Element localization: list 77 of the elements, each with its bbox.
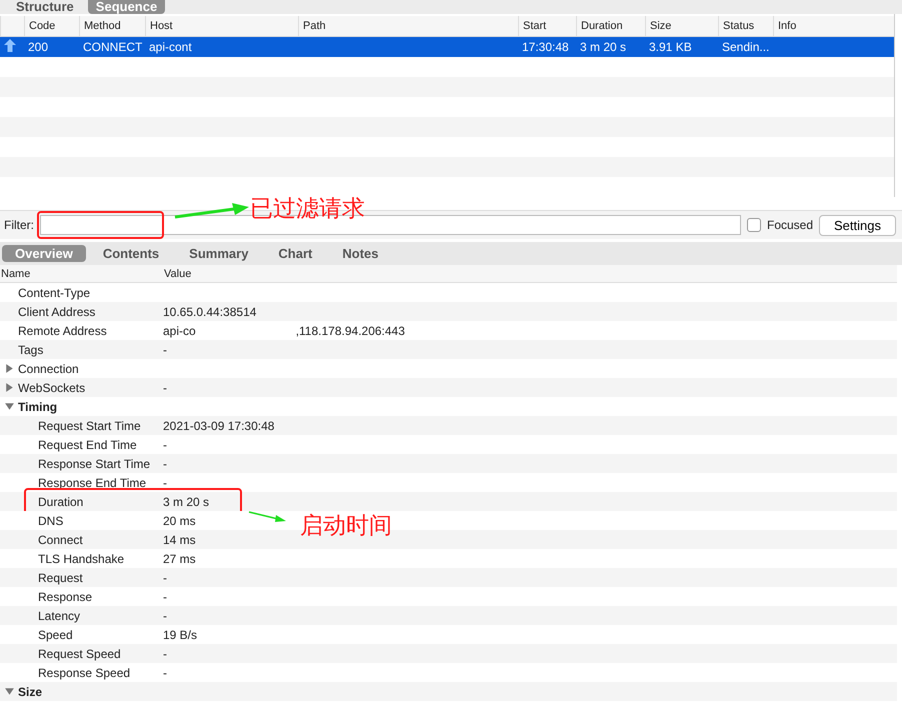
table-cell: CONNECT: [83, 40, 142, 54]
property-name: Connection: [18, 362, 79, 376]
table-cell: Sendin...: [722, 40, 770, 54]
column-header[interactable]: Status: [718, 16, 773, 36]
property-name: TLS Handshake: [38, 552, 124, 566]
table-cell: 200: [28, 40, 48, 54]
property-name: Response End Time: [38, 476, 146, 490]
property-value: -: [163, 476, 167, 490]
collapsed-triangle-icon[interactable]: [4, 382, 15, 393]
property-name: Content-Type: [18, 286, 90, 300]
column-header[interactable]: Host: [145, 16, 298, 36]
property-value: 2021-03-09 17:30:48: [163, 418, 274, 432]
property-value: -: [163, 666, 167, 680]
property-name: Request: [38, 570, 83, 584]
property-value: -: [163, 380, 167, 394]
property-name: Response: [38, 590, 92, 604]
property-name: Response Start Time: [38, 456, 150, 470]
property-value: 27 ms: [163, 552, 196, 566]
column-header[interactable]: Code: [24, 16, 79, 36]
property-value: -: [163, 438, 167, 452]
pointer-arrow: [248, 510, 288, 525]
up-arrow-icon: [4, 39, 16, 52]
property-value: 14 ms: [163, 532, 196, 546]
property-name: WebSockets: [18, 380, 86, 394]
property-name: Speed: [38, 628, 73, 642]
column-header[interactable]: Size: [645, 16, 718, 36]
property-value: 19 B/s: [163, 628, 198, 642]
property-name: Latency: [38, 608, 80, 622]
property-value: ,118.178.94.206:443: [296, 324, 405, 338]
request-row[interactable]: 200 CONNECT api-cont 17:30:48 3 m 20 s 3.91 KB Sendin...: [0, 37, 894, 57]
property-name: Timing: [18, 400, 58, 414]
annotation-text: 已过滤请求: [250, 194, 365, 223]
table-cell: 3 m 20 s: [580, 40, 626, 54]
property-value: api-co: [163, 324, 196, 338]
focused-label: Focused: [766, 218, 814, 232]
detail-tab[interactable]: Chart: [265, 245, 326, 262]
property-name: Response Speed: [38, 666, 130, 680]
column-header[interactable]: Path: [298, 16, 518, 36]
expanded-triangle-icon[interactable]: [4, 401, 15, 412]
focused-checkbox[interactable]: [746, 218, 761, 232]
property-name: Duration: [38, 494, 84, 508]
detail-tab[interactable]: Notes: [329, 245, 392, 262]
view-tab[interactable]: Structure: [8, 0, 82, 14]
property-name: DNS: [38, 514, 64, 528]
property-name: Request End Time: [38, 438, 137, 452]
property-name: Size: [18, 684, 42, 698]
property-value: 10.65.0.44:38514: [163, 304, 256, 318]
property-value: -: [163, 570, 167, 584]
column-header[interactable]: Method: [79, 16, 145, 36]
table-cell: api-cont: [149, 40, 192, 54]
detail-tab[interactable]: Summary: [176, 245, 262, 262]
property-value: -: [163, 646, 167, 660]
column-header[interactable]: Start: [518, 16, 576, 36]
property-name: Tags: [18, 342, 44, 356]
column-header[interactable]: Value: [163, 268, 897, 280]
column-header[interactable]: Info: [773, 16, 894, 36]
collapsed-triangle-icon[interactable]: [4, 363, 15, 374]
property-value: -: [163, 608, 167, 622]
property-name: Connect: [38, 532, 83, 546]
property-value: 3 m 20 s: [163, 494, 210, 508]
property-value: 20 ms: [163, 514, 196, 528]
annotation-text: 启动时间: [300, 511, 392, 540]
property-value: -: [163, 342, 167, 356]
property-name: Request Speed: [38, 646, 121, 660]
table-cell: 3.91 KB: [649, 40, 692, 54]
property-name: Request Start Time: [38, 418, 141, 432]
detail-tab[interactable]: Contents: [90, 245, 172, 262]
property-value: -: [163, 590, 167, 604]
column-header[interactable]: Duration: [576, 16, 645, 36]
property-name: Client Address: [18, 304, 96, 318]
filter-label: Filter:: [4, 218, 34, 232]
property-name: Remote Address: [18, 324, 107, 338]
column-header[interactable]: Name: [0, 268, 163, 280]
settings-button[interactable]: Settings: [819, 214, 896, 236]
table-cell: 17:30:48: [522, 40, 569, 54]
property-value: -: [163, 456, 167, 470]
expanded-triangle-icon[interactable]: [4, 686, 15, 697]
